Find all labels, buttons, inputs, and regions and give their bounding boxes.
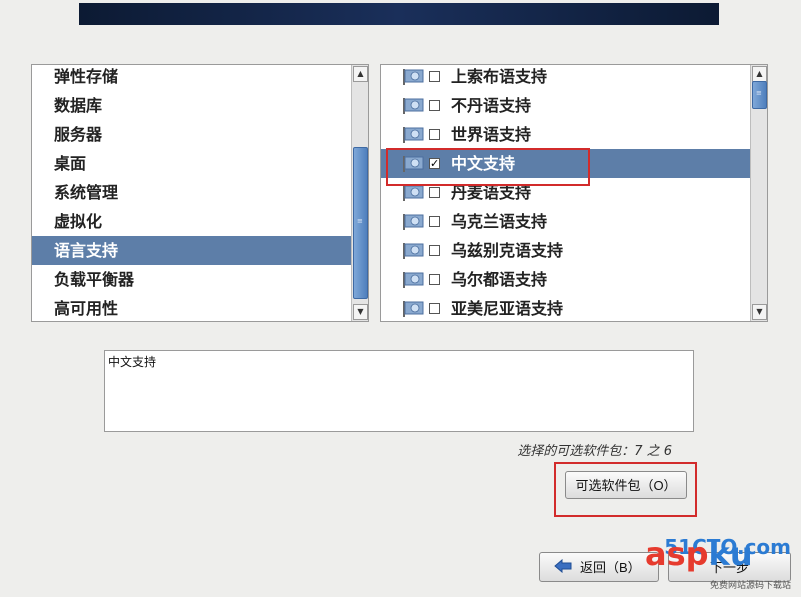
package-checkbox[interactable] bbox=[429, 71, 440, 82]
package-description-box: 中文支持 bbox=[104, 350, 694, 432]
package-checkbox[interactable] bbox=[429, 303, 440, 314]
header-banner bbox=[79, 3, 719, 25]
optional-packages-button[interactable]: 可选软件包（O） bbox=[565, 471, 687, 499]
selection-count-label: 选择的可选软件包：7 之 6 bbox=[517, 444, 672, 459]
package-description-text: 中文支持 bbox=[108, 355, 157, 369]
category-item[interactable]: 语言支持 bbox=[32, 236, 351, 265]
package-row[interactable]: 乌兹别克语支持 bbox=[381, 236, 750, 265]
package-label: 世界语支持 bbox=[451, 125, 532, 144]
package-list: 上索布语支持 不丹语支持 世界语支持 ✓ 中文支持 丹麦语支持 乌克兰语支持 乌兹别克语支持乌… bbox=[381, 65, 750, 321]
package-checkbox[interactable] bbox=[429, 100, 440, 111]
grip-icon: ≡ bbox=[756, 89, 762, 97]
category-item[interactable]: 服务器 bbox=[32, 120, 351, 149]
category-scrollbar[interactable]: ▲ ≡ ▼ bbox=[351, 65, 368, 321]
package-flag-icon bbox=[402, 185, 424, 201]
scroll-up-arrow[interactable]: ▲ bbox=[752, 66, 767, 82]
package-flag-icon bbox=[402, 98, 424, 114]
category-list: 弹性存储 数据库 服务器 桌面 系统管理 虚拟化 语言支持 负载平衡器 高可用性 bbox=[32, 65, 351, 321]
category-item[interactable]: 负载平衡器 bbox=[32, 265, 351, 294]
package-row[interactable]: 世界语支持 bbox=[381, 120, 750, 149]
package-label: 上索布语支持 bbox=[451, 67, 548, 86]
package-flag-icon bbox=[402, 69, 424, 85]
scroll-thumb[interactable]: ≡ bbox=[353, 147, 368, 299]
category-item[interactable]: 数据库 bbox=[32, 91, 351, 120]
category-item[interactable]: 系统管理 bbox=[32, 178, 351, 207]
highlight-box-selected-package bbox=[386, 148, 590, 186]
package-flag-icon bbox=[402, 127, 424, 143]
package-label: 乌克兰语支持 bbox=[451, 212, 548, 231]
back-button-label: 返回（B） bbox=[580, 560, 641, 575]
back-arrow-icon bbox=[554, 559, 572, 573]
next-button[interactable]: 下一步 bbox=[668, 552, 791, 582]
package-row[interactable]: 乌尔都语支持 bbox=[381, 265, 750, 294]
package-flag-icon bbox=[402, 243, 424, 259]
package-checkbox[interactable] bbox=[429, 129, 440, 140]
package-checkbox[interactable] bbox=[429, 274, 440, 285]
package-flag-icon bbox=[402, 214, 424, 230]
package-row[interactable]: 不丹语支持 bbox=[381, 91, 750, 120]
scroll-up-arrow[interactable]: ▲ bbox=[353, 66, 368, 82]
package-list-panel[interactable]: 上索布语支持 不丹语支持 世界语支持 ✓ 中文支持 丹麦语支持 乌克兰语支持 乌兹别克语支持乌… bbox=[380, 64, 768, 322]
scroll-down-arrow[interactable]: ▼ bbox=[752, 304, 767, 320]
category-list-panel[interactable]: 弹性存储 数据库 服务器 桌面 系统管理 虚拟化 语言支持 负载平衡器 高可用性 ▲ ≡ ▼ bbox=[31, 64, 369, 322]
category-item[interactable]: 虚拟化 bbox=[32, 207, 351, 236]
package-label: 乌兹别克语支持 bbox=[451, 241, 564, 260]
package-scrollbar[interactable]: ▲ ≡ ▼ bbox=[750, 65, 767, 321]
scroll-down-arrow[interactable]: ▼ bbox=[353, 304, 368, 320]
package-row[interactable]: 上索布语支持 bbox=[381, 65, 750, 91]
grip-icon: ≡ bbox=[357, 217, 363, 225]
package-label: 乌尔都语支持 bbox=[451, 270, 548, 289]
package-checkbox[interactable] bbox=[429, 245, 440, 256]
category-item[interactable]: 弹性存储 bbox=[32, 65, 351, 91]
package-flag-icon bbox=[402, 301, 424, 317]
package-flag-icon bbox=[402, 272, 424, 288]
package-row[interactable]: 亚美尼亚语支持 bbox=[381, 294, 750, 321]
package-label: 不丹语支持 bbox=[451, 96, 532, 115]
back-button[interactable]: 返回（B） bbox=[539, 552, 659, 582]
package-checkbox[interactable] bbox=[429, 216, 440, 227]
package-label: 亚美尼亚语支持 bbox=[451, 299, 564, 318]
scroll-thumb[interactable]: ≡ bbox=[752, 81, 767, 109]
category-item[interactable]: 桌面 bbox=[32, 149, 351, 178]
package-checkbox[interactable] bbox=[429, 187, 440, 198]
package-row[interactable]: 乌克兰语支持 bbox=[381, 207, 750, 236]
category-item[interactable]: 高可用性 bbox=[32, 294, 351, 321]
